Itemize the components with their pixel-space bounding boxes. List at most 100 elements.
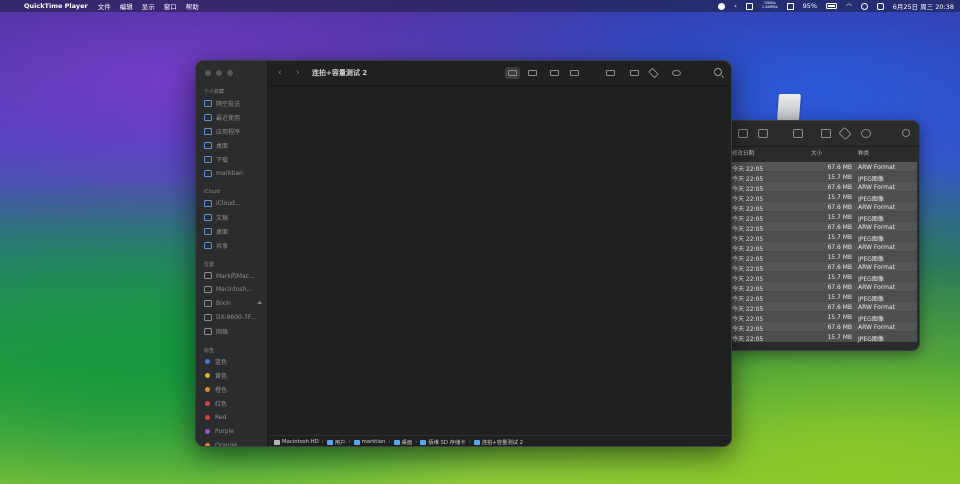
search-icon[interactable] xyxy=(902,129,910,137)
clock-datetime[interactable]: 6月25日 周三 20:38 xyxy=(893,1,954,11)
file-row[interactable]: 今天 22:05 15.7 MB JPEG图像 xyxy=(731,272,917,283)
sidebar-item[interactable]: 黄色 xyxy=(204,369,262,381)
menu-view[interactable]: 显示 xyxy=(142,1,155,11)
sidebar-item[interactable]: 橙色 xyxy=(204,383,262,395)
group-button[interactable] xyxy=(603,67,618,79)
control-center-icon[interactable] xyxy=(876,2,884,10)
column-header-date[interactable]: 修改日期 xyxy=(732,149,754,157)
back-button[interactable]: ‹ xyxy=(278,67,282,79)
menu-edit[interactable]: 编辑 xyxy=(120,1,133,11)
tag-icon[interactable] xyxy=(838,126,852,141)
search-button[interactable] xyxy=(714,68,722,76)
sidebar-item[interactable]: 最近使用 xyxy=(204,111,262,123)
sidebar-item[interactable]: Purple xyxy=(204,425,262,437)
file-row[interactable]: 今天 22:05 15.7 MB JPEG图像 xyxy=(731,172,917,183)
file-row[interactable]: 今天 22:05 67.6 MB ARW Format xyxy=(731,302,917,313)
menu-file[interactable]: 文件 xyxy=(98,1,111,11)
share-icon[interactable] xyxy=(821,129,831,138)
sidebar-item[interactable]: 文稿 xyxy=(204,211,262,223)
path-segment[interactable]: 佰维 SD 存储卡 xyxy=(428,438,465,446)
gallery-view-icon[interactable] xyxy=(758,129,768,138)
path-segment[interactable]: 用户 xyxy=(335,438,346,446)
menu-help[interactable]: 帮助 xyxy=(186,1,199,11)
file-row[interactable]: 今天 22:05 15.7 MB JPEG图像 xyxy=(731,292,917,303)
group-icon[interactable] xyxy=(793,129,803,138)
finder-window-back[interactable]: 修改日期 大小 种类 今天 22:05 67.6 MB ARW Format 今天 2… xyxy=(731,120,920,351)
file-row[interactable]: 今天 22:05 15.7 MB JPEG图像 xyxy=(731,332,917,343)
file-row[interactable]: 今天 22:05 67.6 MB ARW Format xyxy=(731,162,917,173)
gallery-view-button[interactable] xyxy=(567,67,582,79)
more-actions-icon[interactable] xyxy=(861,129,871,138)
sidebar-item[interactable]: Red xyxy=(204,411,262,423)
app-menu[interactable]: QuickTime Player xyxy=(24,2,88,10)
close-button[interactable] xyxy=(205,70,211,76)
path-segment[interactable]: marktian xyxy=(362,439,386,445)
tag-button[interactable] xyxy=(646,67,661,79)
file-row[interactable]: 今天 22:05 15.7 MB JPEG图像 xyxy=(731,252,917,263)
share-button[interactable] xyxy=(627,67,642,79)
group-icon xyxy=(606,70,615,76)
file-row[interactable]: 今天 22:05 67.6 MB ARW Format xyxy=(731,322,917,333)
path-segment[interactable]: 连拍+容量测试 2 xyxy=(482,438,523,446)
sidebar-item[interactable]: 蓝色 xyxy=(204,355,262,367)
apple-menu-icon[interactable] xyxy=(9,2,17,10)
forward-button[interactable]: › xyxy=(296,67,300,79)
sidebar-item[interactable]: 下载 xyxy=(204,153,262,165)
file-row[interactable]: 今天 22:05 67.6 MB ARW Format xyxy=(731,182,917,193)
sd-card-drive-icon[interactable] xyxy=(777,94,801,120)
grid-app-icon[interactable] xyxy=(786,2,794,10)
minimize-button[interactable] xyxy=(216,70,222,76)
list-view-button[interactable] xyxy=(525,67,540,79)
sidebar-item[interactable]: Macintosh... xyxy=(204,283,262,295)
file-row[interactable]: 今天 22:05 67.6 MB ARW Format xyxy=(731,242,917,253)
folder-icon xyxy=(420,439,427,445)
sidebar-item[interactable]: 隔空投送 xyxy=(204,97,262,109)
tag-dot-icon xyxy=(205,372,210,378)
finder-window-front[interactable]: 个人收藏 隔空投送 最近使用 应用程序 桌面 下载 marktian iCloud iCl… xyxy=(195,60,732,447)
column-header-kind[interactable]: 种类 xyxy=(858,149,869,157)
file-row[interactable]: 今天 22:05 67.6 MB ARW Format xyxy=(731,262,917,273)
column-view-button[interactable] xyxy=(547,67,562,79)
chevron-left-icon[interactable]: ‹ xyxy=(734,2,737,10)
control-app-icon[interactable] xyxy=(745,2,753,10)
record-status-icon[interactable] xyxy=(718,2,726,10)
sidebar-item[interactable]: iCloud... xyxy=(204,197,262,209)
sidebar-item[interactable]: Bixin ⏏ xyxy=(204,297,262,309)
wifi-icon[interactable]: ◠ xyxy=(846,2,852,10)
icon-view-button[interactable] xyxy=(505,67,520,79)
column-view-icon[interactable] xyxy=(738,129,748,138)
path-segment[interactable]: Macintosh HD xyxy=(282,439,319,445)
file-row[interactable]: 今天 22:05 15.7 MB JPEG图像 xyxy=(731,212,917,223)
sidebar-item-label: iCloud... xyxy=(216,199,241,207)
action-button[interactable] xyxy=(669,67,684,79)
tag-dot-icon xyxy=(205,400,210,406)
eject-icon[interactable]: ⏏ xyxy=(257,300,262,306)
folder-icon xyxy=(326,439,333,445)
sidebar-item[interactable]: DX-9600-7F... xyxy=(204,311,262,323)
battery-icon[interactable] xyxy=(826,3,838,9)
menu-window[interactable]: 窗口 xyxy=(164,1,177,11)
file-row[interactable]: 今天 22:05 15.7 MB JPEG图像 xyxy=(731,312,917,323)
zoom-button[interactable] xyxy=(227,70,233,76)
sidebar-item[interactable]: marktian xyxy=(204,167,262,179)
sidebar-item-label: 桌面 xyxy=(216,142,229,150)
sidebar-item[interactable]: 红色 xyxy=(204,397,262,409)
sidebar-item-label: Orange xyxy=(215,441,238,447)
file-row[interactable]: 今天 22:05 15.7 MB JPEG图像 xyxy=(731,192,917,203)
file-size: 67.6 MB xyxy=(827,163,852,171)
sidebar: 个人收藏 隔空投送 最近使用 应用程序 桌面 下载 marktian iCloud iCl… xyxy=(196,61,268,447)
sidebar-item[interactable]: Orange xyxy=(204,439,262,447)
file-row[interactable]: 今天 22:05 67.6 MB ARW Format xyxy=(731,282,917,293)
sidebar-item[interactable]: 共享 xyxy=(204,239,262,251)
path-segment[interactable]: 桌面 xyxy=(402,438,413,446)
spotlight-icon[interactable] xyxy=(860,2,868,10)
sidebar-item[interactable]: 网络 xyxy=(204,325,262,337)
sidebar-item[interactable]: 桌面 xyxy=(204,225,262,237)
sidebar-item[interactable]: 应用程序 xyxy=(204,125,262,137)
sidebar-item[interactable]: 桌面 xyxy=(204,139,262,151)
column-header-size[interactable]: 大小 xyxy=(811,149,822,157)
sidebar-item[interactable]: Mark的Mac... xyxy=(204,269,262,281)
file-row[interactable]: 今天 22:05 15.7 MB JPEG图像 xyxy=(731,232,917,243)
file-row[interactable]: 今天 22:05 67.6 MB ARW Format xyxy=(731,222,917,233)
file-row[interactable]: 今天 22:05 67.6 MB ARW Format xyxy=(731,202,917,213)
